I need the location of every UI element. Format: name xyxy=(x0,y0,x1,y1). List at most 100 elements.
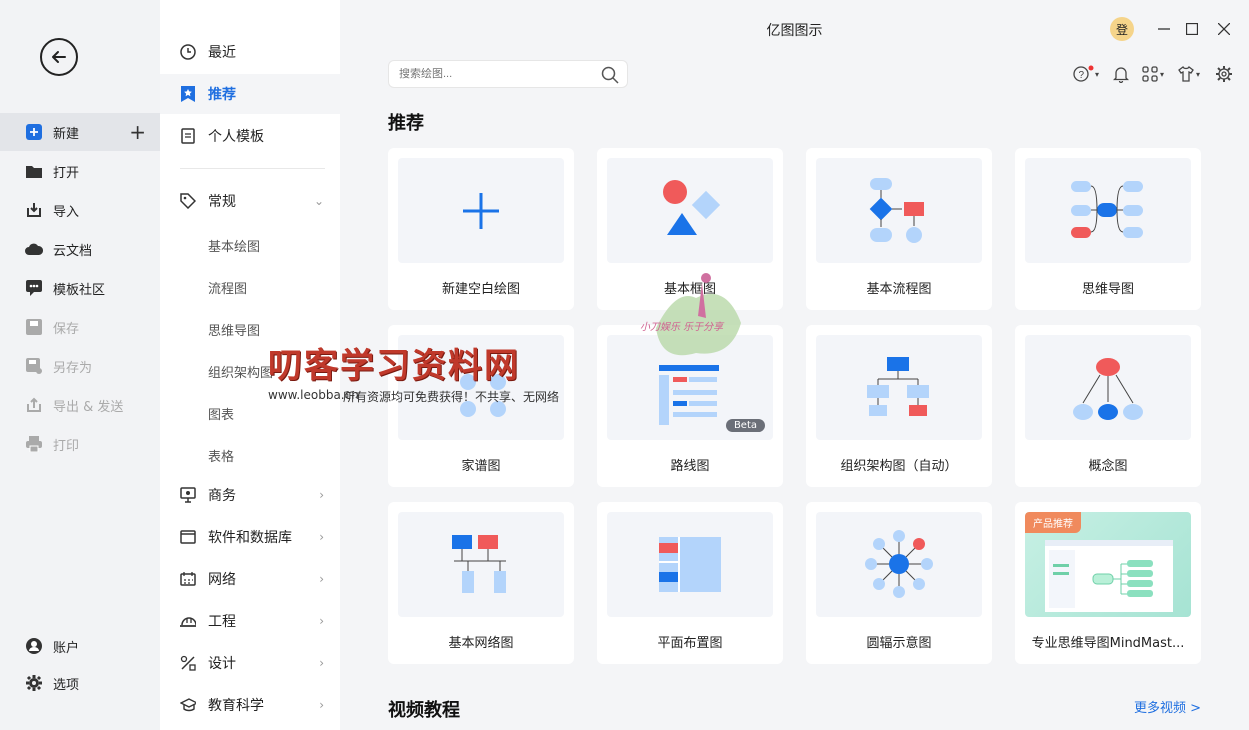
shirt-icon xyxy=(1178,66,1194,82)
cat-business-label: 商务 xyxy=(208,488,236,504)
card-concept-map[interactable]: 概念图 xyxy=(1015,325,1201,487)
concept-map-icon xyxy=(1073,358,1143,420)
card-thumbnail xyxy=(816,158,982,263)
network-diagram-icon xyxy=(452,535,506,593)
help-button[interactable]: ? ▾ xyxy=(1073,64,1099,84)
sub-tables[interactable]: 表格 xyxy=(208,446,234,465)
cloud-icon xyxy=(25,240,43,258)
flowchart-icon xyxy=(869,178,924,243)
rail-save[interactable]: 保存 xyxy=(0,308,160,346)
card-thumbnail xyxy=(398,512,564,617)
window-icon xyxy=(180,529,196,545)
more-videos-link[interactable]: 更多视频 > xyxy=(1134,697,1201,716)
card-label: 平面布置图 xyxy=(657,636,723,651)
maximize-button[interactable] xyxy=(1181,18,1203,40)
cat-education[interactable]: 教育科学 › xyxy=(160,685,340,725)
search-icon[interactable] xyxy=(601,66,619,84)
radial-diagram-icon xyxy=(865,530,933,598)
floor-plan-icon xyxy=(659,537,721,592)
chevron-right-icon: › xyxy=(319,488,324,502)
minimize-button[interactable] xyxy=(1153,18,1175,40)
card-thumbnail xyxy=(607,158,773,263)
card-thumbnail xyxy=(1025,158,1191,263)
clock-icon xyxy=(180,44,196,60)
card-radial-diagram[interactable]: 圆辐示意图 xyxy=(806,502,992,664)
community-icon xyxy=(25,279,43,297)
sub-basic-drawing[interactable]: 基本绘图 xyxy=(208,236,260,255)
rail-open[interactable]: 打开 xyxy=(0,152,160,190)
rail-export[interactable]: 导出 & 发送 xyxy=(0,386,160,424)
card-label: 概念图 xyxy=(1088,459,1128,474)
divider xyxy=(180,168,325,169)
rail-options[interactable]: 选项 xyxy=(0,664,160,702)
cat-engineering[interactable]: 工程 › xyxy=(160,601,340,641)
chevron-right-icon: › xyxy=(319,572,324,586)
cat-software-db[interactable]: 软件和数据库 › xyxy=(160,517,340,557)
plus-icon[interactable]: + xyxy=(129,120,146,144)
hardhat-icon xyxy=(180,613,196,629)
back-button[interactable] xyxy=(40,38,78,76)
sub-mindmap[interactable]: 思维导图 xyxy=(208,320,260,339)
cat-recent[interactable]: 最近 xyxy=(160,32,340,72)
rail-cloud-label: 云文档 xyxy=(53,243,93,259)
apps-button[interactable]: ▾ xyxy=(1142,64,1164,84)
card-thumbnail xyxy=(1025,335,1191,440)
card-label: 专业思维导图MindMast... xyxy=(1031,636,1185,651)
rail-new[interactable]: 新建 + xyxy=(0,113,160,151)
cat-business[interactable]: 商务 › xyxy=(160,475,340,515)
cat-network[interactable]: 网络 › xyxy=(160,559,340,599)
cat-design[interactable]: 设计 › xyxy=(160,643,340,683)
theme-button[interactable]: ▾ xyxy=(1178,64,1200,84)
tag-icon xyxy=(180,193,196,209)
gear-icon xyxy=(25,674,43,692)
rail-import[interactable]: 导入 xyxy=(0,191,160,229)
card-label: 圆辐示意图 xyxy=(866,636,932,651)
user-icon xyxy=(25,637,43,655)
bell-icon xyxy=(1113,67,1129,83)
import-icon xyxy=(25,201,43,219)
rail-save-as[interactable]: 另存为 xyxy=(0,347,160,385)
sub-org-chart[interactable]: 组织架构图 xyxy=(208,362,273,381)
settings-button[interactable] xyxy=(1216,64,1232,84)
rail-save-label: 保存 xyxy=(53,321,80,337)
sub-flowchart[interactable]: 流程图 xyxy=(208,278,247,297)
org-chart-icon xyxy=(867,357,929,416)
chevron-down-icon: ⌄ xyxy=(313,194,324,208)
card-flowchart[interactable]: 基本流程图 xyxy=(806,148,992,310)
rail-export-label: 导出 & 发送 xyxy=(53,399,124,415)
cat-personal[interactable]: 个人模板 xyxy=(160,116,340,156)
rail-print[interactable]: 打印 xyxy=(0,425,160,463)
rail-import-label: 导入 xyxy=(53,204,80,220)
card-org-chart-auto[interactable]: 组织架构图（自动） xyxy=(806,325,992,487)
network-icon xyxy=(180,571,196,587)
card-thumbnail xyxy=(816,512,982,617)
avatar[interactable]: 登 xyxy=(1110,17,1134,41)
cat-general[interactable]: 常规 ⌄ xyxy=(160,181,340,221)
card-floor-plan[interactable]: 平面布置图 xyxy=(597,502,783,664)
notification-button[interactable] xyxy=(1113,64,1129,84)
rail-community[interactable]: 模板社区 xyxy=(0,269,160,307)
video-tutorial-title: 视频教程 xyxy=(388,700,460,721)
card-network-diagram[interactable]: 基本网络图 xyxy=(388,502,574,664)
left-rail: 新建 + 打开 导入 云文档 模板社区 保存 另存为 导出 & 发送 打印 账户… xyxy=(0,0,160,730)
sub-charts[interactable]: 图表 xyxy=(208,404,234,423)
card-blank[interactable]: 新建空白绘图 xyxy=(388,148,574,310)
rail-account[interactable]: 账户 xyxy=(0,627,160,665)
card-mindmaster[interactable]: 产品推荐 专业思维导图MindMast... xyxy=(1015,502,1201,664)
cat-recommend[interactable]: 推荐 xyxy=(160,74,340,114)
star-bookmark-icon xyxy=(180,86,196,102)
rail-cloud[interactable]: 云文档 xyxy=(0,230,160,268)
minimize-icon xyxy=(1158,28,1170,30)
plus-icon xyxy=(463,193,499,229)
card-label: 家谱图 xyxy=(461,459,501,474)
presentation-icon xyxy=(180,487,196,503)
search-input[interactable] xyxy=(399,68,589,80)
card-mindmap[interactable]: 思维导图 xyxy=(1015,148,1201,310)
rail-print-label: 打印 xyxy=(53,438,80,454)
card-label: 路线图 xyxy=(670,459,710,474)
maximize-icon xyxy=(1186,23,1198,35)
card-thumbnail xyxy=(398,158,564,263)
card-label: 新建空白绘图 xyxy=(441,282,520,297)
close-button[interactable] xyxy=(1213,18,1235,40)
help-icon: ? xyxy=(1073,65,1094,82)
